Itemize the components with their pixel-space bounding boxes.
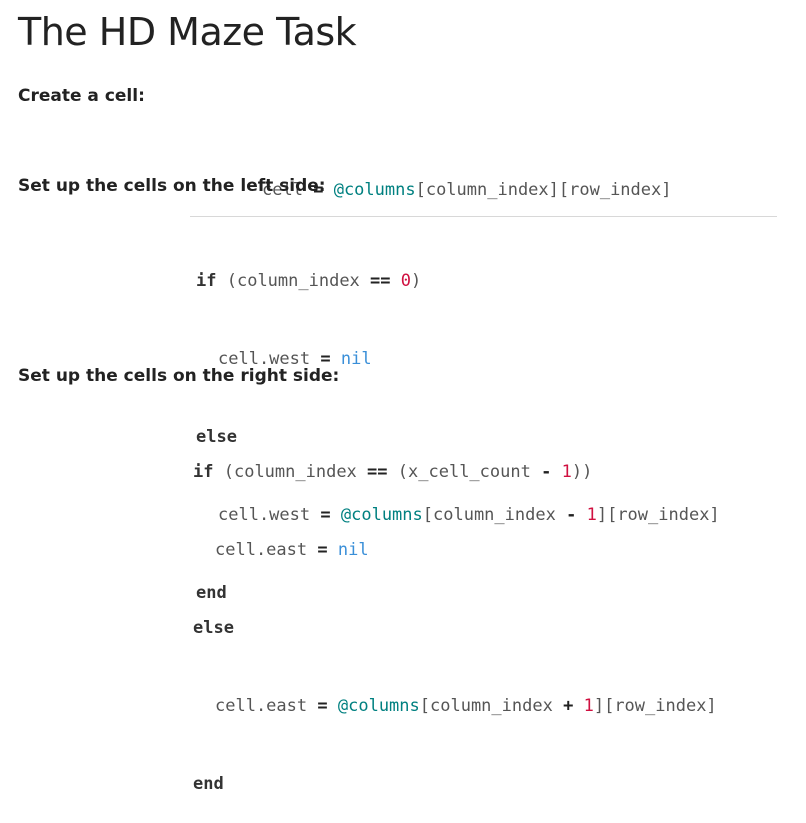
code-token: (column_index [223, 462, 357, 482]
code-keyword: if [196, 271, 217, 291]
code-right-side: if (column_index == (x_cell_count - 1)) … [193, 407, 717, 823]
page-title: The HD Maze Task [18, 10, 357, 54]
code-number: 1 [583, 696, 594, 716]
code-token: [column_index [419, 696, 553, 716]
code-token: ) [411, 271, 422, 291]
code-token: [column_index] [415, 180, 559, 200]
code-token: [row_index] [604, 696, 717, 716]
code-ivar: @columns [337, 696, 420, 716]
code-operator: = [317, 540, 328, 560]
code-operator: == [370, 271, 391, 291]
code-token: [row_index] [558, 180, 672, 200]
code-keyword: if [193, 462, 214, 482]
code-number: 1 [561, 462, 572, 482]
heading-create-cell: Create a cell: [18, 86, 145, 106]
code-number: 0 [400, 271, 412, 291]
code-nil: nil [337, 540, 369, 560]
code-ivar: @columns [333, 180, 416, 200]
code-operator: = [317, 696, 328, 716]
code-token: ] [593, 696, 605, 716]
code-operator: + [563, 696, 574, 716]
heading-right-side: Set up the cells on the right side: [18, 366, 340, 386]
code-keyword: else [193, 618, 234, 638]
code-token: (x_cell_count [397, 462, 531, 482]
code-operator: - [541, 462, 552, 482]
code-token: cell.east [215, 696, 308, 716]
code-nil: nil [340, 349, 372, 369]
code-operator: == [367, 462, 388, 482]
code-token: (column_index [226, 271, 360, 291]
code-token: cell.east [215, 540, 308, 560]
heading-left-side: Set up the cells on the left side: [18, 176, 326, 196]
code-keyword: end [193, 774, 224, 794]
code-token: )) [571, 462, 593, 482]
